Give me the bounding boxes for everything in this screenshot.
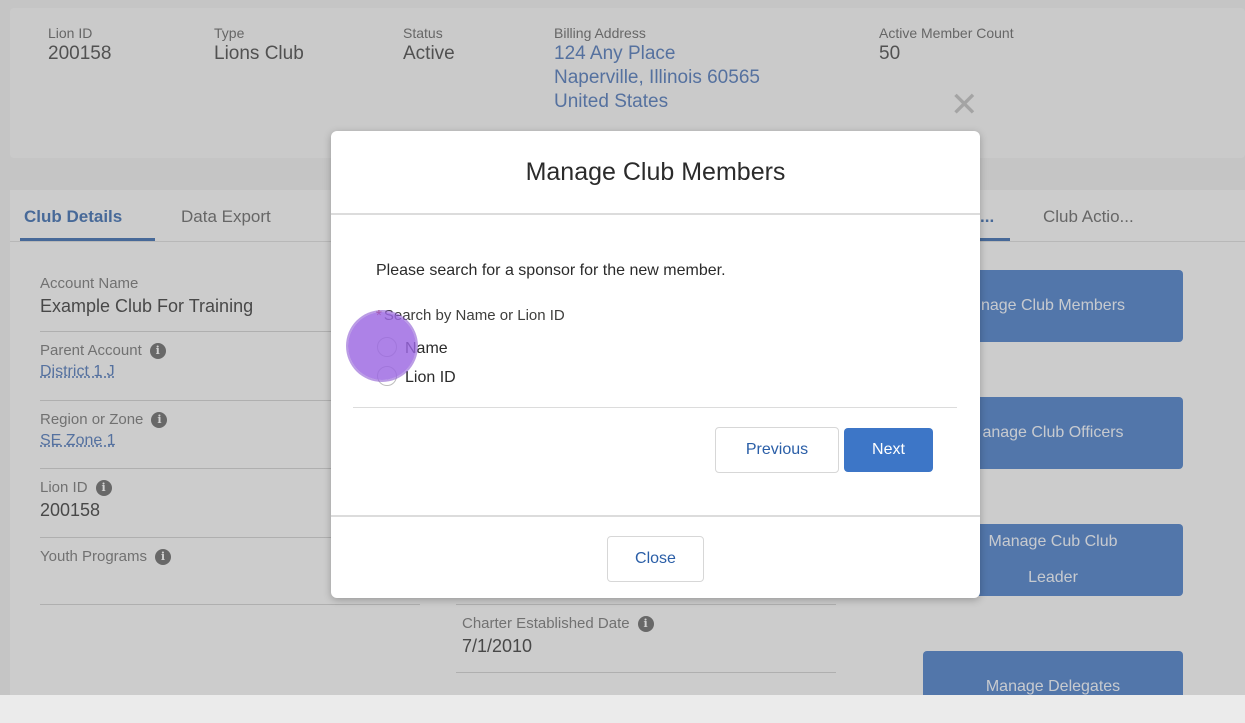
modal-header: Manage Club Members xyxy=(331,131,980,215)
modal-title: Manage Club Members xyxy=(525,158,786,186)
modal-footer: Close xyxy=(331,515,980,600)
radio-option-lion-id-label: Lion ID xyxy=(405,369,456,386)
search-by-label-text: Search by Name or Lion ID xyxy=(383,307,565,324)
modal-divider xyxy=(353,407,957,408)
next-button[interactable]: Next xyxy=(844,428,933,472)
previous-button[interactable]: Previous xyxy=(715,427,839,473)
manage-club-members-modal: Manage Club Members Please search for a … xyxy=(331,131,980,598)
click-indicator xyxy=(348,312,416,380)
modal-instruction: Please search for a sponsor for the new … xyxy=(376,262,726,279)
close-button[interactable]: Close xyxy=(607,536,704,582)
